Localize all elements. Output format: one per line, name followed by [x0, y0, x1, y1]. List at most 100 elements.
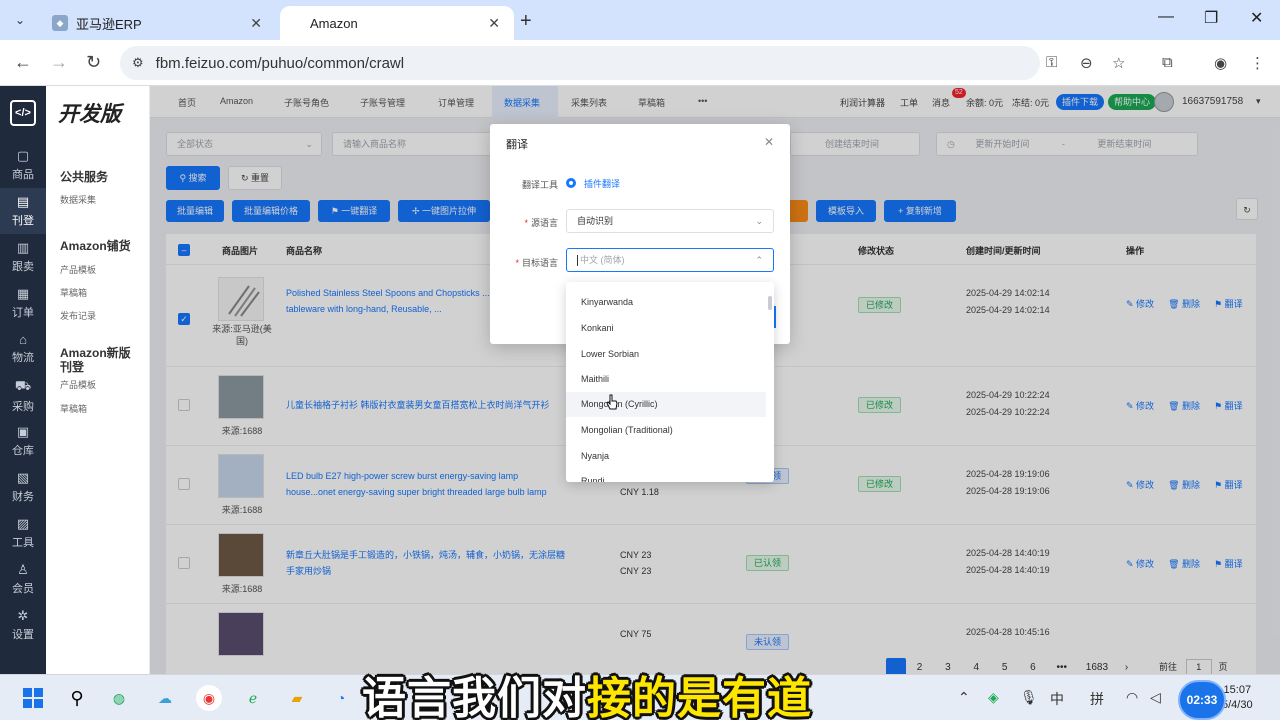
chevron-up-icon[interactable]: ⌃	[958, 689, 970, 706]
erp-favicon-icon: ◆	[52, 15, 68, 31]
side-item-drafts-new[interactable]: 草稿箱	[60, 402, 87, 415]
microphone-icon[interactable]: 🎙	[1020, 689, 1038, 706]
video-subtitle: 语言我们对接的是有道	[362, 674, 812, 720]
leftbar-item-logistics[interactable]: ⌂ 物流	[0, 326, 46, 372]
edge-icon[interactable]: ℯ	[240, 685, 266, 711]
warehouse-icon: ▣	[16, 424, 30, 439]
group-title: Amazon新版刊登	[60, 346, 131, 374]
browser-tab-erp[interactable]: ◆ 亚马逊ERP ✕	[38, 6, 276, 40]
group-title: Amazon铺货	[60, 239, 131, 253]
group-title: 公共服务	[60, 170, 109, 184]
folder-icon[interactable]: ▰	[284, 685, 310, 711]
volume-icon[interactable]: ◁	[1150, 689, 1161, 706]
hand-cursor-icon	[606, 394, 618, 410]
tab-title: 亚马逊ERP	[76, 16, 142, 32]
clock[interactable]: 15:07 5/4/30	[1222, 683, 1253, 713]
target-language-dropdown: Kinyarwanda Konkani Lower Sorbian Maithi…	[566, 282, 774, 482]
back-icon[interactable]: ←	[14, 52, 32, 73]
gear-icon: ✲	[17, 608, 29, 623]
leftbar-item-tools[interactable]: ▨ 工具	[0, 510, 46, 556]
address-bar[interactable]: ⚙ fbm.feizuo.com/puhuo/common/crawl	[120, 46, 1040, 80]
restore-icon[interactable]: ❐	[1204, 8, 1218, 28]
side-item-drafts[interactable]: 草稿箱	[60, 286, 87, 299]
leftbar-item-orders[interactable]: ▦ 订单	[0, 280, 46, 326]
key-icon[interactable]: ⚿	[1046, 54, 1057, 71]
reload-icon[interactable]: ↻	[86, 52, 101, 73]
leftbar-item-follow[interactable]: ▥ 跟卖	[0, 234, 46, 280]
leftbar-item-member[interactable]: ♙ 会员	[0, 556, 46, 602]
target-language-select[interactable]: 中文 (简体) ⌃	[566, 248, 774, 272]
chevron-up-icon: ⌃	[755, 255, 763, 265]
leftbar-item-warehouse[interactable]: ▣ 仓库	[0, 418, 46, 464]
app-logo-icon[interactable]: </>	[10, 100, 36, 126]
language-option[interactable]: Nyanja	[566, 444, 766, 469]
orders-icon: ▦	[16, 286, 30, 301]
ime-lang[interactable]: 中	[1050, 689, 1064, 709]
side-item-template[interactable]: 产品模板	[60, 263, 96, 276]
text-caret	[577, 255, 578, 267]
box-icon: ▢	[16, 148, 30, 163]
close-tab-icon[interactable]: ✕	[250, 15, 262, 32]
side-item-publish-log[interactable]: 发布记录	[60, 309, 96, 322]
recording-timer[interactable]: 02:33	[1178, 680, 1226, 720]
forward-icon[interactable]: →	[50, 52, 68, 73]
ime-mode[interactable]: 拼	[1090, 689, 1104, 709]
finance-icon: ▧	[16, 470, 30, 485]
leftbar-item-listing[interactable]: ▤ 刊登	[0, 188, 46, 234]
app-icon[interactable]: ◔	[328, 685, 354, 711]
language-option[interactable]: Mongolian (Traditional)	[566, 418, 766, 443]
brand-title: 开发版	[58, 103, 121, 126]
windows-start-icon[interactable]	[20, 685, 46, 711]
star-icon[interactable]: ☆	[1112, 54, 1125, 72]
language-option[interactable]: Lower Sorbian	[566, 342, 766, 367]
extensions-icon[interactable]: ⧉	[1162, 54, 1173, 71]
cloud-icon[interactable]: ☁	[152, 685, 178, 711]
browser-tab-amazon[interactable]: Amazon ✕	[280, 6, 514, 40]
side-item-crawl[interactable]: 数据采集	[60, 193, 96, 206]
dropdown-scrollbar[interactable]	[768, 296, 772, 310]
new-tab-icon[interactable]: +	[520, 10, 532, 33]
user-icon: ♙	[17, 562, 29, 577]
source-language-select[interactable]: 自动识别 ⌄	[566, 209, 774, 233]
follow-icon: ▥	[16, 240, 30, 255]
language-option[interactable]: Rundi	[566, 469, 766, 482]
side-panel: 开发版 公共服务 数据采集 Amazon铺货 产品模板 草稿箱 发布记录 Ama…	[46, 86, 150, 674]
language-option[interactable]: Maithili	[566, 367, 766, 392]
close-icon[interactable]: ✕	[764, 135, 774, 149]
leftbar-item-finance[interactable]: ▧ 财务	[0, 464, 46, 510]
minimize-icon[interactable]: —	[1158, 8, 1174, 26]
tray-app-icon[interactable]: ◈	[988, 689, 999, 706]
side-item-template-new[interactable]: 产品模板	[60, 378, 96, 391]
profile-icon[interactable]: ◉	[1214, 54, 1227, 72]
screen: ⌄ ◆ 亚马逊ERP ✕ Amazon ✕ + — ❐ ✕ ← → ↻ ⚙ fb…	[0, 0, 1280, 720]
left-icon-bar: </> ▢ 商品 ▤ 刊登 ▥ 跟卖 ▦ 订单 ⌂ 物流 ⛟ 采购 ▣ 仓库 ▧ 财务 ▨ 工具 …	[0, 86, 46, 674]
browser-toolbar: ← → ↻ ⚙ fbm.feizuo.com/puhuo/common/craw…	[0, 40, 1280, 86]
menu-icon[interactable]: ⋮	[1250, 54, 1265, 72]
leftbar-item-settings[interactable]: ✲ 设置	[0, 602, 46, 648]
zoom-icon[interactable]: ⊖	[1080, 54, 1093, 72]
listing-icon: ▤	[16, 194, 30, 209]
url-text: fbm.feizuo.com/puhuo/common/crawl	[155, 54, 405, 72]
target-language-label: * 目标语言	[515, 258, 558, 268]
language-option[interactable]: Konkani	[566, 316, 766, 341]
plugin-translate-radio[interactable]	[566, 178, 576, 188]
browser-tabstrip: ⌄ ◆ 亚马逊ERP ✕ Amazon ✕ + — ❐ ✕	[0, 0, 1280, 40]
home-icon: ⌂	[19, 332, 27, 347]
language-option-hovered[interactable]: Mongolian (Cyrillic)	[566, 392, 766, 417]
wifi-icon[interactable]: ◠	[1126, 689, 1138, 706]
site-info-icon[interactable]: ⚙	[132, 55, 144, 71]
plugin-translate-label[interactable]: 插件翻译	[584, 177, 620, 190]
leftbar-item-purchase[interactable]: ⛟ 采购	[0, 372, 46, 418]
tools-icon: ▨	[16, 516, 30, 531]
source-language-label: * 源语言	[524, 218, 558, 228]
close-tab-icon[interactable]: ✕	[488, 15, 500, 32]
chrome-icon[interactable]: ◉	[196, 685, 222, 711]
chevron-down-icon: ⌄	[755, 216, 763, 226]
tab-title: Amazon	[310, 15, 358, 31]
language-option[interactable]: Kinyarwanda	[566, 290, 766, 315]
window-close-icon[interactable]: ✕	[1250, 8, 1263, 28]
search-icon[interactable]: ⚲	[64, 685, 90, 711]
tab-search-icon[interactable]: ⌄	[8, 8, 32, 32]
leftbar-item-product[interactable]: ▢ 商品	[0, 142, 46, 188]
wechat-icon[interactable]: ◍	[106, 685, 132, 711]
